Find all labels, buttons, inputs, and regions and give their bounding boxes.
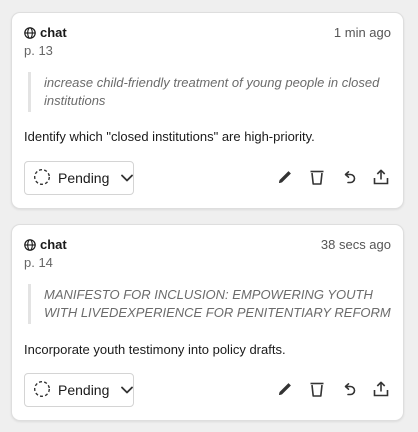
globe-icon: [24, 26, 36, 39]
timestamp: 1 min ago: [333, 25, 391, 40]
card-actions: [275, 379, 391, 399]
globe-icon: [24, 238, 36, 251]
card-actions: [275, 167, 391, 187]
share-icon[interactable]: [371, 167, 391, 187]
undo-icon[interactable]: [339, 167, 359, 187]
source-name: chat: [40, 25, 67, 40]
dashed-circle-icon: [33, 168, 51, 189]
chevron-down-icon: [120, 383, 134, 397]
annotation-card: chat 1 min ago p. 13 increase child-frie…: [11, 12, 404, 209]
page-number: p. 13: [24, 43, 53, 58]
annotation-card: chat 38 secs ago p. 14 MANIFESTO FOR INC…: [11, 224, 404, 421]
note-text: Identify which "closed institutions" are…: [24, 129, 315, 144]
page-number: p. 14: [24, 255, 53, 270]
source-label: chat: [24, 25, 67, 40]
status-label: Pending: [58, 170, 110, 186]
chevron-down-icon: [120, 171, 134, 185]
status-dropdown[interactable]: Pending: [24, 373, 134, 407]
share-icon[interactable]: [371, 379, 391, 399]
status-dropdown[interactable]: Pending: [24, 161, 134, 195]
dashed-circle-icon: [33, 380, 51, 401]
quote-text: increase child-friendly treatment of you…: [28, 72, 394, 112]
note-text: Incorporate youth testimony into policy …: [24, 342, 286, 357]
timestamp: 38 secs ago: [320, 237, 391, 252]
source-name: chat: [40, 237, 67, 252]
trash-icon[interactable]: [307, 379, 327, 399]
source-label: chat: [24, 237, 67, 252]
undo-icon[interactable]: [339, 379, 359, 399]
pencil-icon[interactable]: [275, 379, 295, 399]
quote-text: MANIFESTO FOR INCLUSION: EMPOWERING YOUT…: [28, 284, 394, 324]
status-label: Pending: [58, 382, 110, 398]
trash-icon[interactable]: [307, 167, 327, 187]
pencil-icon[interactable]: [275, 167, 295, 187]
